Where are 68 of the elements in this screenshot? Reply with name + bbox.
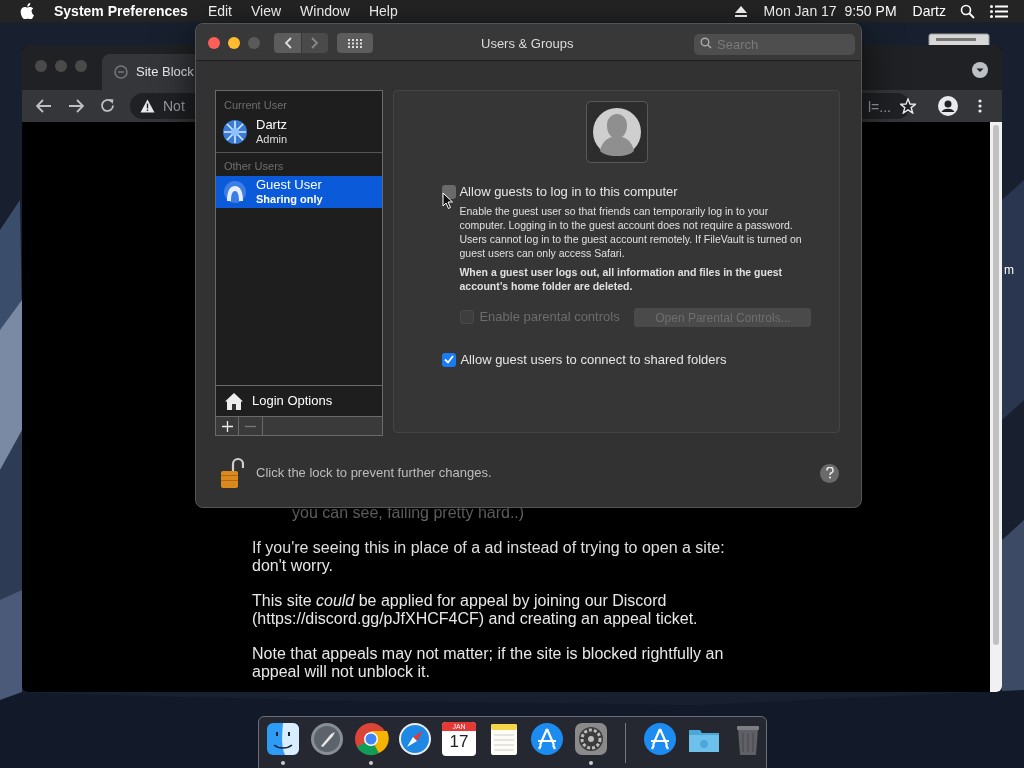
url-text: l=... (868, 98, 891, 117)
apple-icon[interactable] (20, 3, 34, 19)
url-text: Not (163, 96, 185, 116)
tab-search-icon[interactable] (972, 62, 988, 78)
reload-icon[interactable] (100, 98, 115, 113)
list-icon[interactable] (990, 4, 1008, 18)
show-all-button[interactable] (337, 33, 373, 53)
warning-icon (140, 99, 155, 113)
checkbox-label: Allow guest users to connect to shared folders (460, 351, 727, 369)
text-fragment: m (1004, 262, 1014, 279)
grid-icon (348, 38, 362, 48)
gear-icon[interactable] (573, 721, 609, 757)
tab-title: Site Block (136, 63, 194, 82)
globe-icon (114, 65, 128, 79)
menu-item[interactable]: Edit (207, 0, 232, 22)
compass-icon[interactable] (397, 721, 433, 757)
back-arrow-icon[interactable] (36, 99, 52, 113)
menu-item[interactable]: Window (300, 0, 350, 22)
user-name: Dartz (256, 117, 288, 132)
search-icon (700, 37, 712, 49)
checkbox[interactable] (442, 352, 457, 367)
chevron-left-icon (283, 37, 292, 49)
user-picture-icon[interactable] (586, 101, 649, 163)
close-button[interactable] (208, 37, 220, 49)
calendar-day: 17 (449, 731, 469, 753)
paragraph: This site could be applied for appeal by joining our Discord (https://discord.gg/pJfXHCF4CF) and creating an appeal ticket. (252, 592, 699, 628)
user-role: Sharing only (256, 192, 323, 206)
scrollbar[interactable] (990, 122, 1002, 692)
house-icon (224, 391, 244, 411)
app-store-icon[interactable] (642, 721, 678, 757)
user-avatar-icon (222, 179, 248, 205)
window-title: Users & Groups (481, 35, 574, 53)
chevron-right-icon (311, 37, 319, 49)
minimize-button[interactable] (228, 37, 240, 49)
clock[interactable]: Mon Jan 17 9:50 PM (763, 0, 897, 22)
user-name: Guest User (256, 178, 323, 192)
user-row[interactable]: Guest User Sharing only (216, 176, 383, 208)
paragraph: Note that appeals may not matter; if the site is blocked rightfully an appeal will not unblock it. (252, 645, 725, 681)
more-menu-icon[interactable] (978, 99, 982, 113)
checkbox-label: Allow guests to log in to this computer (459, 183, 678, 201)
user-name[interactable]: Dartz (912, 0, 946, 22)
browser-circle-icon[interactable] (353, 721, 389, 757)
login-options-label: Login Options (252, 392, 333, 411)
question-mark-icon (825, 467, 834, 479)
snowflake-avatar-icon (222, 118, 248, 145)
description-text: Enable the guest user so that friends can temporarily log in to your computer. Logging in to the guest account does not require a password. Users cannot log in to the guest account remotely. If FileVault is turned on guest users can only access Safari. (459, 204, 803, 260)
app-store-icon[interactable] (529, 721, 565, 757)
search-icon[interactable] (960, 3, 975, 19)
unlocked-padlock-icon[interactable] (220, 457, 244, 489)
user-row[interactable]: Dartz Admin (216, 115, 383, 148)
profile-icon[interactable] (938, 96, 958, 116)
eject-icon[interactable] (735, 5, 748, 17)
user-role: Admin (256, 131, 288, 146)
cursor-icon (442, 192, 456, 210)
section-heading: Current User (223, 98, 288, 113)
back-button[interactable] (274, 33, 301, 53)
bookmark-star-icon[interactable] (900, 98, 916, 114)
help-button[interactable] (820, 463, 839, 483)
plus-icon (221, 420, 233, 432)
warning-text: When a guest user logs out, all information and files in the guest account’s home folder are deleted. (459, 265, 784, 293)
forward-arrow-icon[interactable] (68, 99, 84, 113)
smiling-face-icon[interactable] (265, 721, 301, 757)
paragraph: If you're seeing this in place of a ad instead of trying to open a site: don't worry. (252, 539, 726, 575)
lock-message: Click the lock to prevent further changes. (256, 464, 493, 483)
menu-item[interactable]: View (251, 0, 282, 22)
section-heading: Other Users (216, 151, 383, 174)
menu-item[interactable]: Help (368, 0, 398, 22)
menu-item[interactable]: System Preferences (54, 0, 188, 22)
